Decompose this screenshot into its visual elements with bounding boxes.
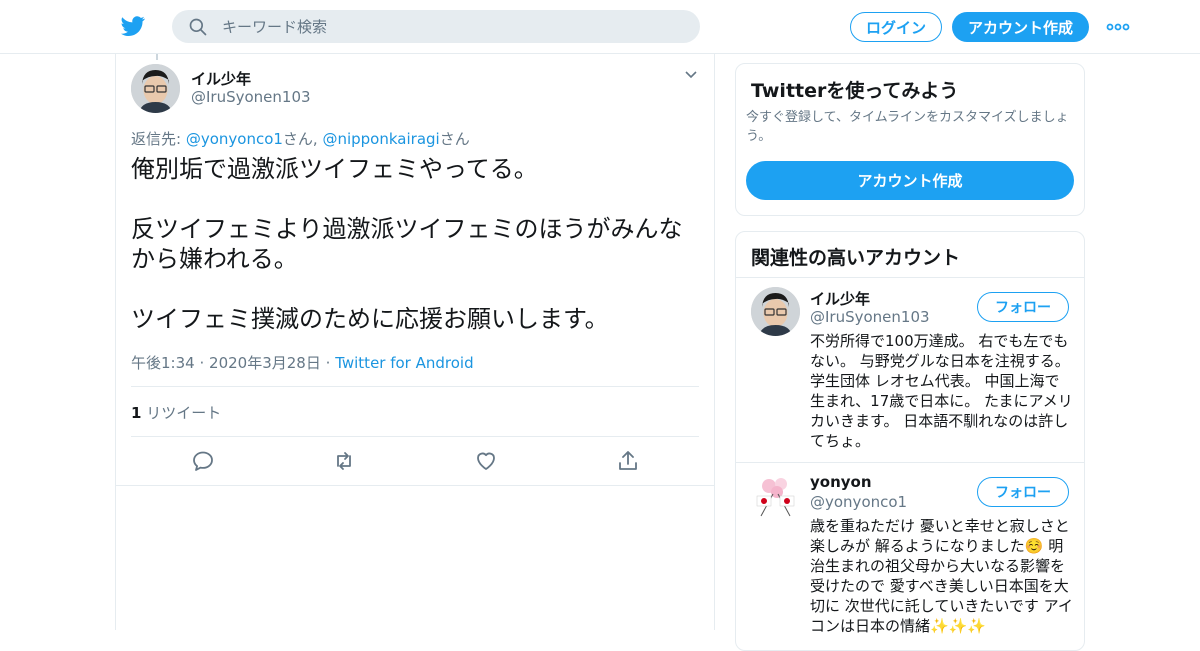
like-icon[interactable] (474, 449, 498, 473)
reply-mention-1[interactable]: @yonyonco1 (186, 130, 283, 148)
tweet-line: ツイフェミ撲滅のために応援お願いします。 (131, 305, 609, 333)
signup-card-description: 今すぐ登録して、タイムラインをカスタマイズしましょう。 (746, 110, 1069, 144)
thread-line (156, 54, 158, 60)
account-handle[interactable]: @yonyonco1 (810, 493, 907, 511)
related-accounts-card: 関連性の高いアカウント イル少年 @IruSyonen103 フォロー 不労所得… (735, 231, 1085, 651)
follow-button[interactable]: フォロー (977, 477, 1069, 507)
tweet-line: から嫌われる。 (131, 245, 298, 273)
meta-separator: · (325, 354, 331, 372)
tweet-column: イル少年 @IruSyonen103 返信先: @yonyonco1さん, @n… (115, 54, 715, 630)
retweet-icon[interactable] (332, 449, 356, 473)
top-bar: ログイン アカウント作成 (0, 0, 1200, 54)
tweet-text: 俺別垢で過激派ツイフェミやってる。 反ツイフェミより過激派ツイフェミのほうがみん… (131, 154, 691, 334)
divider (131, 386, 699, 387)
reply-icon[interactable] (191, 449, 215, 473)
reply-to: 返信先: @yonyonco1さん, @nipponkairagiさん (131, 128, 470, 149)
retweet-count: 1 (131, 404, 142, 422)
tweet-client[interactable]: Twitter for Android (335, 354, 473, 372)
avatar[interactable] (131, 64, 180, 113)
author-handle[interactable]: @IruSyonen103 (191, 88, 311, 106)
chevron-down-icon[interactable] (684, 70, 698, 80)
tweet-time[interactable]: 午後1:34 (131, 354, 195, 372)
account-name[interactable]: yonyon (810, 473, 872, 491)
tweet-actions (116, 437, 714, 485)
search-icon (189, 18, 207, 36)
login-button[interactable]: ログイン (850, 12, 942, 42)
avatar[interactable] (751, 287, 800, 336)
share-icon[interactable] (616, 449, 640, 473)
avatar-portrait (131, 64, 180, 113)
tweet-meta: 午後1:34 · 2020年3月28日 · Twitter for Androi… (131, 352, 474, 373)
search-input[interactable] (222, 10, 682, 43)
meta-separator: · (199, 354, 205, 372)
more-dots-icon[interactable] (1106, 18, 1130, 36)
retweet-stats[interactable]: 1 リツイート (131, 402, 221, 423)
signup-card: Twitterを使ってみよう 今すぐ登録して、タイムラインをカスタマイズしましょ… (735, 63, 1085, 216)
account-bio: 歳を重ねただけ 憂いと幸せと寂しさと楽しみが 解るようになりました☺️ 明治生ま… (810, 517, 1073, 635)
account-bio: 不労所得で100万達成。 右でも左でもない。 与野党グルな日本を注視する。 学生… (810, 332, 1073, 450)
tweet-line: 反ツイフェミより過激派ツイフェミのほうがみんな (131, 215, 683, 243)
reply-prefix: 返信先: (131, 130, 186, 148)
reply-suffix-1: さん, (282, 130, 323, 148)
signup-card-title: Twitterを使ってみよう (751, 80, 959, 102)
divider (116, 485, 714, 486)
tweet-date[interactable]: 2020年3月28日 (209, 354, 321, 372)
account-handle[interactable]: @IruSyonen103 (810, 308, 930, 326)
signup-button[interactable]: アカウント作成 (952, 12, 1089, 42)
reply-suffix-2: さん (439, 130, 470, 148)
account-name[interactable]: イル少年 (810, 288, 870, 309)
tweet-line: 俺別垢で過激派ツイフェミやってる。 (131, 155, 538, 183)
avatar[interactable] (751, 472, 800, 521)
avatar-portrait (751, 287, 800, 336)
related-accounts-title: 関連性の高いアカウント (751, 247, 961, 269)
retweet-label: リツイート (146, 404, 222, 422)
twitter-bird-icon[interactable] (120, 14, 146, 38)
reply-mention-2[interactable]: @nipponkairagi (322, 130, 439, 148)
avatar-flags-blossom (751, 472, 800, 521)
signup-card-button[interactable]: アカウント作成 (746, 161, 1074, 200)
author-name[interactable]: イル少年 (191, 68, 251, 89)
account-item[interactable]: イル少年 @IruSyonen103 フォロー 不労所得で100万達成。 右でも… (736, 277, 1084, 462)
follow-button[interactable]: フォロー (977, 292, 1069, 322)
account-item[interactable]: yonyon @yonyonco1 フォロー 歳を重ねただけ 憂いと幸せと寂しさ… (736, 462, 1084, 650)
search-box[interactable] (172, 10, 700, 43)
